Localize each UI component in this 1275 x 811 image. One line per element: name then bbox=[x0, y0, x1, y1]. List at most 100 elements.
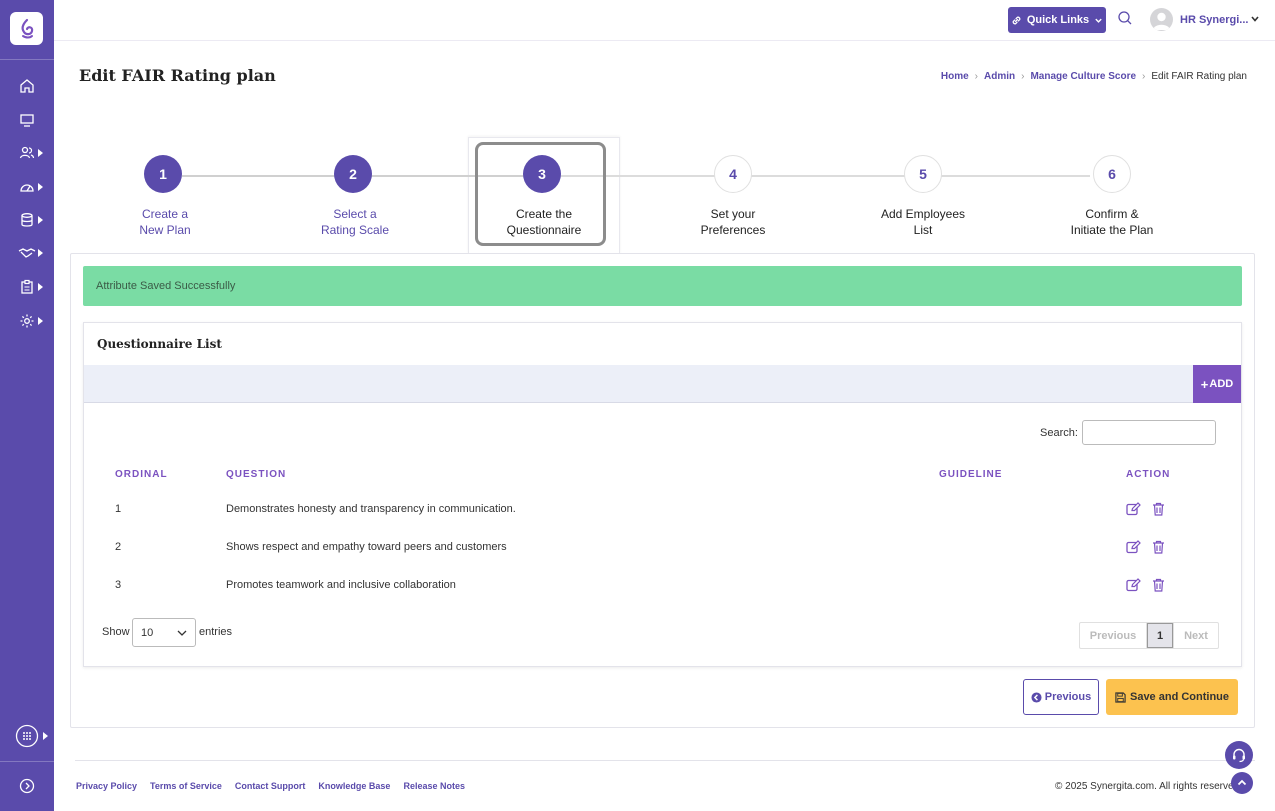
clipboard-icon bbox=[21, 279, 33, 294]
step-1-label-line1: Create a bbox=[141, 207, 189, 221]
user-avatar[interactable] bbox=[1150, 8, 1173, 31]
pagination-page-1[interactable]: 1 bbox=[1147, 623, 1173, 648]
circle-arrow-left-icon bbox=[1031, 691, 1042, 703]
chevron-right-icon bbox=[38, 183, 43, 191]
pagination-previous[interactable]: Previous bbox=[1080, 623, 1147, 648]
step-6-circle[interactable]: 6 bbox=[1093, 155, 1131, 193]
quick-links-label: Quick Links bbox=[1026, 14, 1090, 26]
success-alert: Attribute Saved Successfully bbox=[83, 266, 1242, 306]
step-2-label[interactable]: Select a Rating Scale bbox=[290, 206, 420, 238]
chevron-right-icon bbox=[38, 149, 43, 157]
sidebar-item-desktop[interactable] bbox=[0, 106, 54, 134]
sidebar-divider bbox=[0, 761, 54, 762]
table-row: 3 Promotes teamwork and inclusive collab… bbox=[84, 566, 1241, 604]
add-question-button[interactable]: + ADD bbox=[1193, 365, 1241, 403]
chevron-down-icon bbox=[1095, 18, 1102, 23]
add-question-label: ADD bbox=[1209, 378, 1234, 390]
step-4-label-line1: Set your bbox=[710, 207, 756, 221]
step-1-label-line2: New Plan bbox=[139, 223, 191, 237]
users-icon bbox=[19, 146, 35, 159]
footer-link-terms-of-service[interactable]: Terms of Service bbox=[150, 781, 222, 791]
footer-link-release-notes[interactable]: Release Notes bbox=[403, 781, 465, 791]
save-and-continue-label: Save and Continue bbox=[1129, 691, 1230, 703]
footer-links: Privacy Policy Terms of Service Contact … bbox=[76, 781, 465, 791]
sidebar-item-people[interactable] bbox=[0, 139, 54, 167]
sidebar-item-settings[interactable] bbox=[0, 307, 54, 335]
trash-icon[interactable] bbox=[1152, 578, 1165, 592]
breadcrumb-separator: › bbox=[974, 71, 978, 82]
step-4-circle[interactable]: 4 bbox=[714, 155, 752, 193]
chevron-down-icon bbox=[177, 630, 187, 636]
logo-icon bbox=[20, 18, 33, 38]
top-header: Quick Links HR Synergi... bbox=[54, 0, 1275, 41]
sidebar-divider bbox=[0, 59, 54, 60]
header-search-button[interactable] bbox=[1117, 10, 1133, 31]
questionnaire-toolbar: + ADD bbox=[84, 365, 1241, 403]
step-5-circle[interactable]: 5 bbox=[904, 155, 942, 193]
sidebar-item-dashboard[interactable] bbox=[0, 173, 54, 201]
save-and-continue-button[interactable]: Save and Continue bbox=[1106, 679, 1238, 715]
step-5-label[interactable]: Add Employees List bbox=[858, 206, 988, 238]
sidebar-item-apps[interactable] bbox=[0, 722, 54, 750]
page-title: Edit FAIR Rating plan bbox=[79, 66, 276, 85]
edit-icon[interactable] bbox=[1126, 578, 1141, 592]
quick-links-button[interactable]: Quick Links bbox=[1008, 7, 1106, 33]
row-ordinal: 2 bbox=[115, 541, 122, 553]
apps-grid-icon bbox=[15, 724, 39, 748]
step-5-label-line1: Add Employees bbox=[880, 207, 966, 221]
user-name[interactable]: HR Synergi... bbox=[1180, 14, 1248, 26]
monitor-icon bbox=[20, 114, 34, 127]
footer-link-knowledge-base[interactable]: Knowledge Base bbox=[318, 781, 390, 791]
column-header-action: ACTION bbox=[1126, 469, 1171, 480]
chevron-down-icon[interactable] bbox=[1250, 14, 1260, 24]
trash-icon[interactable] bbox=[1152, 502, 1165, 516]
step-2-circle[interactable]: 2 bbox=[334, 155, 372, 193]
gear-icon bbox=[20, 314, 34, 328]
headset-icon bbox=[1233, 748, 1245, 763]
step-4-label[interactable]: Set your Preferences bbox=[668, 206, 798, 238]
sidebar-expand-button[interactable] bbox=[0, 772, 54, 800]
step-1-label[interactable]: Create a New Plan bbox=[100, 206, 230, 238]
step-6-label[interactable]: Confirm & Initiate the Plan bbox=[1047, 206, 1177, 238]
search-input[interactable] bbox=[1082, 420, 1216, 445]
chevron-right-icon bbox=[38, 216, 43, 224]
sidebar-item-home[interactable] bbox=[0, 72, 54, 100]
sidebar-item-engagement[interactable] bbox=[0, 239, 54, 267]
row-question: Shows respect and empathy toward peers a… bbox=[226, 541, 507, 553]
plus-icon: + bbox=[1200, 376, 1209, 392]
column-header-guideline[interactable]: GUIDELINE bbox=[939, 469, 1002, 480]
sidebar-item-database[interactable] bbox=[0, 206, 54, 234]
sidebar bbox=[0, 0, 54, 811]
app-logo[interactable] bbox=[10, 12, 43, 45]
table-row: 2 Shows respect and empathy toward peers… bbox=[84, 528, 1241, 566]
step-6-label-line1: Confirm & bbox=[1085, 207, 1139, 221]
trash-icon[interactable] bbox=[1152, 540, 1165, 554]
footer-link-contact-support[interactable]: Contact Support bbox=[235, 781, 306, 791]
chevron-right-icon bbox=[38, 283, 43, 291]
user-icon bbox=[1153, 12, 1170, 30]
previous-button[interactable]: Previous bbox=[1023, 679, 1099, 715]
step-6-label-line2: Initiate the Plan bbox=[1070, 223, 1154, 237]
step-1-circle[interactable]: 1 bbox=[144, 155, 182, 193]
search-icon bbox=[1118, 11, 1132, 25]
sidebar-item-reports[interactable] bbox=[0, 273, 54, 301]
scroll-to-top-button[interactable] bbox=[1231, 772, 1253, 794]
breadcrumb-home[interactable]: Home bbox=[941, 71, 969, 82]
breadcrumb-admin[interactable]: Admin bbox=[984, 71, 1015, 82]
step-4-label-line2: Preferences bbox=[700, 223, 766, 237]
column-header-question[interactable]: QUESTION bbox=[226, 469, 286, 480]
support-chat-button[interactable] bbox=[1225, 741, 1253, 769]
edit-icon[interactable] bbox=[1126, 540, 1141, 554]
row-question: Demonstrates honesty and transparency in… bbox=[226, 503, 516, 515]
footer-link-privacy-policy[interactable]: Privacy Policy bbox=[76, 781, 137, 791]
row-ordinal: 1 bbox=[115, 503, 122, 515]
breadcrumb-manage-culture-score[interactable]: Manage Culture Score bbox=[1030, 71, 1136, 82]
step-2-label-line2: Rating Scale bbox=[320, 223, 390, 237]
active-step-outline bbox=[475, 142, 606, 246]
pagination-next[interactable]: Next bbox=[1173, 623, 1218, 648]
handshake-icon bbox=[18, 248, 36, 258]
chevron-right-icon bbox=[43, 732, 48, 740]
entries-select[interactable]: 10 bbox=[132, 618, 196, 647]
edit-icon[interactable] bbox=[1126, 502, 1141, 516]
column-header-ordinal[interactable]: ORDINAL bbox=[115, 469, 168, 480]
